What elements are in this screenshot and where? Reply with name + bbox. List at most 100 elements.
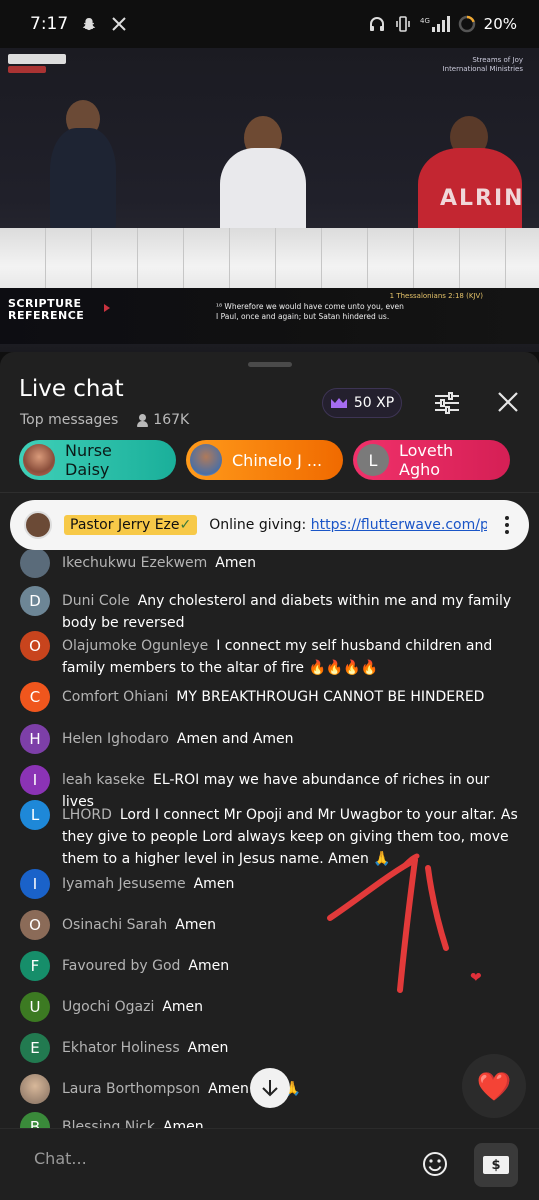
avatar [24, 511, 52, 539]
supporter-chips: Nurse Daisy Chinelo J ... L Loveth Agho [19, 440, 510, 480]
supporter-name: Loveth Agho [399, 441, 454, 479]
chat-message-list[interactable]: Ikechukwu Ezekwem Amen D Duni Cole Any cho… [0, 550, 539, 1128]
brand-name: Streams of Joy [472, 56, 523, 64]
avatar: B [20, 1112, 50, 1128]
close-icon[interactable] [494, 388, 522, 416]
author-name: Osinachi Sarah [62, 917, 168, 933]
giving-link[interactable]: https://flutterwave.com/pa... [311, 517, 487, 533]
heart-reaction-button[interactable]: ❤️ [462, 1054, 526, 1118]
scroll-to-bottom-button[interactable] [250, 1068, 290, 1108]
battery-icon [458, 15, 476, 33]
heart-icon: ❤️ [476, 1069, 512, 1103]
chat-message: F Favoured by God Amen [20, 951, 525, 981]
avatar: I [20, 869, 50, 899]
author-name: Ikechukwu Ezekwem [62, 555, 208, 571]
pinned-author: Pastor Jerry Eze✓ [64, 515, 198, 535]
shirt-text: ALRIN [440, 186, 525, 211]
pinned-text: Online giving: https://flutterwave.com/p… [209, 517, 487, 533]
speaker-center [220, 148, 306, 238]
scripture-reference: 1 Thessalonians 2:18 (KJV) [389, 292, 483, 300]
brand-sub: International Ministries [442, 65, 523, 74]
message-text: Amen [193, 876, 235, 892]
floating-heart-icon: ❤ [470, 970, 482, 986]
verified-icon: ✓ [179, 517, 192, 533]
supporter-chip[interactable]: Nurse Daisy [19, 440, 176, 480]
author-name: Helen Ighodaro [62, 731, 169, 747]
avatar: I [20, 765, 50, 795]
chat-message: B Blessing Nick Amen [20, 1112, 525, 1128]
supporter-chip[interactable]: L Loveth Agho [353, 440, 510, 480]
speaker-left [50, 128, 116, 233]
status-time: 7:17 [30, 14, 69, 34]
signal-icon: 4G [420, 15, 450, 33]
emoji-icon[interactable] [420, 1149, 450, 1179]
video-badge-red [8, 66, 46, 73]
viewer-count: 167K [136, 412, 189, 428]
status-bar: 7:17 4G 20% [0, 0, 539, 48]
author-name: Comfort Ohiani [62, 689, 169, 705]
divider [0, 492, 539, 493]
xp-label: 50 XP [353, 395, 395, 411]
author-name: Laura Borthompson [62, 1081, 201, 1097]
video-player[interactable]: Streams of Joy International Ministries … [0, 48, 539, 352]
avatar: O [20, 910, 50, 940]
message-text: Amen and Amen [176, 731, 294, 747]
avatar: D [20, 586, 50, 616]
video-brand-logo: Streams of Joy International Ministries [443, 56, 523, 74]
xp-badge[interactable]: 50 XP [322, 388, 402, 418]
author-name: Olajumoke Ogunleye [62, 638, 209, 654]
headphones-icon [368, 15, 386, 33]
chat-message: C Comfort Ohiani MY BREAKTHROUGH CANNOT B… [20, 682, 525, 712]
author-name: Favoured by God [62, 958, 181, 974]
supporter-name: Chinelo J ... [232, 450, 323, 470]
scripture-text: ¹⁸ Wherefore we would have come unto you… [216, 302, 404, 322]
author-name: Ugochi Ogazi [62, 999, 155, 1015]
message-text: Amen [188, 958, 230, 974]
dollar-icon: $ [483, 1156, 509, 1174]
chat-mode-selector[interactable]: Top messages [20, 412, 118, 428]
message-text: Amen [187, 1040, 229, 1056]
play-marker-icon [104, 304, 110, 312]
chat-message: O Osinachi Sarah Amen [20, 910, 525, 940]
more-options-icon[interactable] [499, 516, 515, 534]
chat-settings-icon[interactable] [432, 388, 462, 418]
avatar: H [20, 724, 50, 754]
avatar [20, 550, 50, 578]
arrow-down-icon [262, 1080, 278, 1097]
author-name: leah kaseke [62, 772, 145, 788]
pinned-message[interactable]: Pastor Jerry Eze✓ Online giving: https:/… [10, 500, 529, 550]
author-name: Duni Cole [62, 593, 130, 609]
chat-message: U Ugochi Ogazi Amen [20, 992, 525, 1022]
avatar: U [20, 992, 50, 1022]
message-text: Lord I connect Mr Opoji and Mr Uwagbor t… [62, 807, 518, 867]
avatar: F [20, 951, 50, 981]
viewer-count-value: 167K [153, 412, 190, 428]
avatar: E [20, 1033, 50, 1063]
chat-message: H Helen Ighodaro Amen and Amen [20, 724, 525, 754]
super-chat-button[interactable]: $ [474, 1143, 518, 1187]
vibrate-icon [394, 15, 412, 33]
author-name: Ekhator Holiness [62, 1040, 180, 1056]
message-text: Amen [162, 1119, 204, 1128]
avatar: C [20, 682, 50, 712]
battery-percent: 20% [483, 15, 517, 33]
live-chat-panel: Live chat Top messages 167K 50 XP Nurse … [0, 352, 539, 1200]
message-text: MY BREAKTHROUGH CANNOT BE HINDERED [176, 689, 485, 705]
chat-subtitle: Top messages 167K [20, 412, 189, 428]
x-icon [110, 15, 128, 33]
author-name: Blessing Nick [62, 1119, 155, 1128]
chat-message: D Duni Cole Any cholesterol and diabets w… [20, 586, 525, 634]
avatar: O [20, 631, 50, 661]
author-name: Iyamah Jesuseme [62, 876, 186, 892]
crown-icon [330, 397, 348, 409]
avatar: L [357, 444, 389, 476]
scripture-reference-title: SCRIPTURE REFERENCE [8, 297, 85, 323]
chat-input[interactable]: Chat... [34, 1149, 87, 1168]
supporter-name: Nurse Daisy [65, 441, 112, 479]
avatar: L [20, 800, 50, 830]
svg-text:4G: 4G [420, 17, 430, 25]
drag-handle[interactable] [248, 362, 292, 367]
chat-message: I Iyamah Jesuseme Amen [20, 869, 525, 899]
supporter-chip[interactable]: Chinelo J ... [186, 440, 343, 480]
avatar [23, 444, 55, 476]
